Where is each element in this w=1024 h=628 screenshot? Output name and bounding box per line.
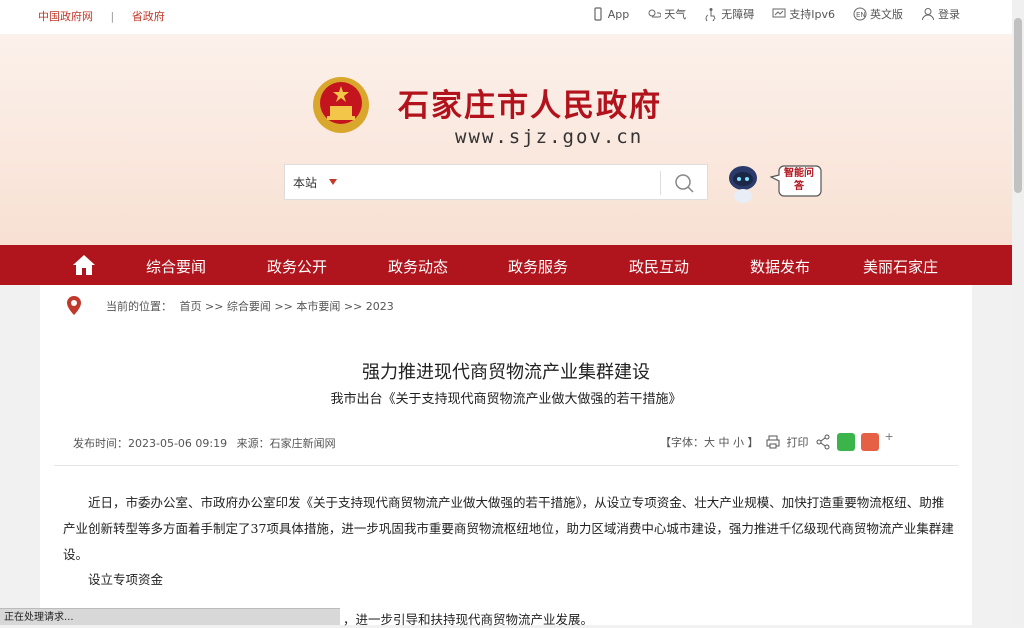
link-gov-cn[interactable]: 中国政府网 xyxy=(38,10,93,23)
ipv6-icon xyxy=(772,8,786,18)
top-link-english[interactable]: EN 英文版 xyxy=(853,6,903,22)
nav-item-open-gov[interactable]: 政务公开 xyxy=(267,256,327,277)
english-icon: EN xyxy=(853,7,867,21)
top-link-label: App xyxy=(607,7,630,21)
top-link-label: 天气 xyxy=(664,8,687,21)
link-province[interactable]: 省政府 xyxy=(132,10,165,23)
top-link-label: 登录 xyxy=(938,8,960,21)
article-title: 强力推进现代商贸物流产业集群建设 xyxy=(362,362,650,383)
phone-icon xyxy=(594,7,602,21)
top-link-label: 英文版 xyxy=(870,8,903,21)
top-separator: | xyxy=(110,10,115,23)
national-emblem-icon xyxy=(313,77,369,133)
publish-time: 发布时间：2023-05-06 09:19 xyxy=(73,437,228,450)
site-url: www.sjz.gov.cn xyxy=(455,126,644,148)
status-bar: 正在处理请求... xyxy=(0,608,340,625)
main-nav: 综合要闻 政务公开 政务动态 政务服务 政民互动 数据发布 美丽石家庄 xyxy=(0,245,1012,285)
nav-item-news[interactable]: 综合要闻 xyxy=(146,256,206,277)
site-header: 石家庄市人民政府 www.sjz.gov.cn 本站 智能问答 xyxy=(0,34,1012,245)
nav-item-gov-updates[interactable]: 政务动态 xyxy=(388,256,448,277)
more-share-icon[interactable]: + xyxy=(885,430,894,443)
breadcrumb-path[interactable]: 首页 >> 综合要闻 >> 本市要闻 >> 2023 xyxy=(180,300,394,313)
article-tools: 【字体：大 中 小 】 打印 + xyxy=(660,430,894,451)
nav-item-gov-services[interactable]: 政务服务 xyxy=(508,256,568,277)
nav-item-data[interactable]: 数据发布 xyxy=(750,256,810,277)
robot-assistant-icon[interactable] xyxy=(726,162,760,204)
print-button[interactable]: 打印 xyxy=(787,434,809,450)
top-link-ipv6[interactable]: 支持Ipv6 xyxy=(772,6,835,22)
font-size-selector[interactable]: 【字体：大 中 小 】 xyxy=(660,434,759,450)
search-divider xyxy=(660,171,661,195)
top-link-label: 支持Ipv6 xyxy=(789,8,835,21)
user-icon xyxy=(922,8,934,21)
top-bar: 中国政府网 | 省政府 App 天气 无障碍 支持Ipv6 EN 英文版 登录 xyxy=(0,0,1012,34)
article-meta: 发布时间：2023-05-06 09:19 来源：石家庄新闻网 xyxy=(73,435,342,451)
home-icon[interactable] xyxy=(72,254,96,276)
article-source: 来源：石家庄新闻网 xyxy=(236,437,336,450)
printer-icon[interactable] xyxy=(765,434,781,450)
top-link-login[interactable]: 登录 xyxy=(921,6,960,22)
chevron-down-icon[interactable] xyxy=(329,179,337,185)
search-scope-select[interactable]: 本站 xyxy=(293,174,317,191)
article-paragraph: 近日，市委办公室、市政府办公室印发《关于支持现代商贸物流产业做大做强的若干措施》… xyxy=(63,495,954,562)
search-icon[interactable] xyxy=(673,172,695,194)
smart-qa-label[interactable]: 智能问答 xyxy=(782,167,816,193)
top-link-app[interactable]: App xyxy=(591,6,630,22)
top-right-links: App 天气 无障碍 支持Ipv6 EN 英文版 登录 xyxy=(591,6,960,22)
article-paragraph-partial: ，进一步引导和扶持现代商贸物流产业发展。 xyxy=(343,612,594,627)
site-title[interactable]: 石家庄市人民政府 xyxy=(398,80,662,125)
nav-item-beautiful-sjz[interactable]: 美丽石家庄 xyxy=(863,256,938,277)
location-pin-icon xyxy=(67,296,81,315)
top-link-accessibility[interactable]: 无障碍 xyxy=(704,6,754,22)
weather-icon xyxy=(648,9,662,18)
scrollbar-thumb[interactable] xyxy=(1014,18,1022,193)
wechat-share-icon[interactable] xyxy=(836,433,855,451)
nav-item-interaction[interactable]: 政民互动 xyxy=(629,256,689,277)
accessibility-icon xyxy=(705,8,716,21)
article-container: 当前的位置： 首页 >> 综合要闻 >> 本市要闻 >> 2023 强力推进现代… xyxy=(40,285,972,627)
search-bar: 本站 xyxy=(284,164,708,200)
svg-text:EN: EN xyxy=(856,11,866,19)
article-section-heading: 设立专项资金 xyxy=(88,572,164,587)
top-link-weather[interactable]: 天气 xyxy=(647,6,686,22)
breadcrumb-prefix: 当前的位置： xyxy=(106,300,172,313)
share-icon[interactable] xyxy=(815,434,831,450)
weibo-share-icon[interactable] xyxy=(860,433,879,451)
breadcrumb: 当前的位置： 首页 >> 综合要闻 >> 本市要闻 >> 2023 xyxy=(106,298,398,314)
top-left-links: 中国政府网 | 省政府 xyxy=(38,8,179,24)
vertical-scrollbar[interactable] xyxy=(1012,0,1024,625)
article-subtitle: 我市出台《关于支持现代商贸物流产业做大做强的若干措施》 xyxy=(330,392,682,407)
divider xyxy=(54,465,958,466)
top-link-label: 无障碍 xyxy=(721,8,755,21)
